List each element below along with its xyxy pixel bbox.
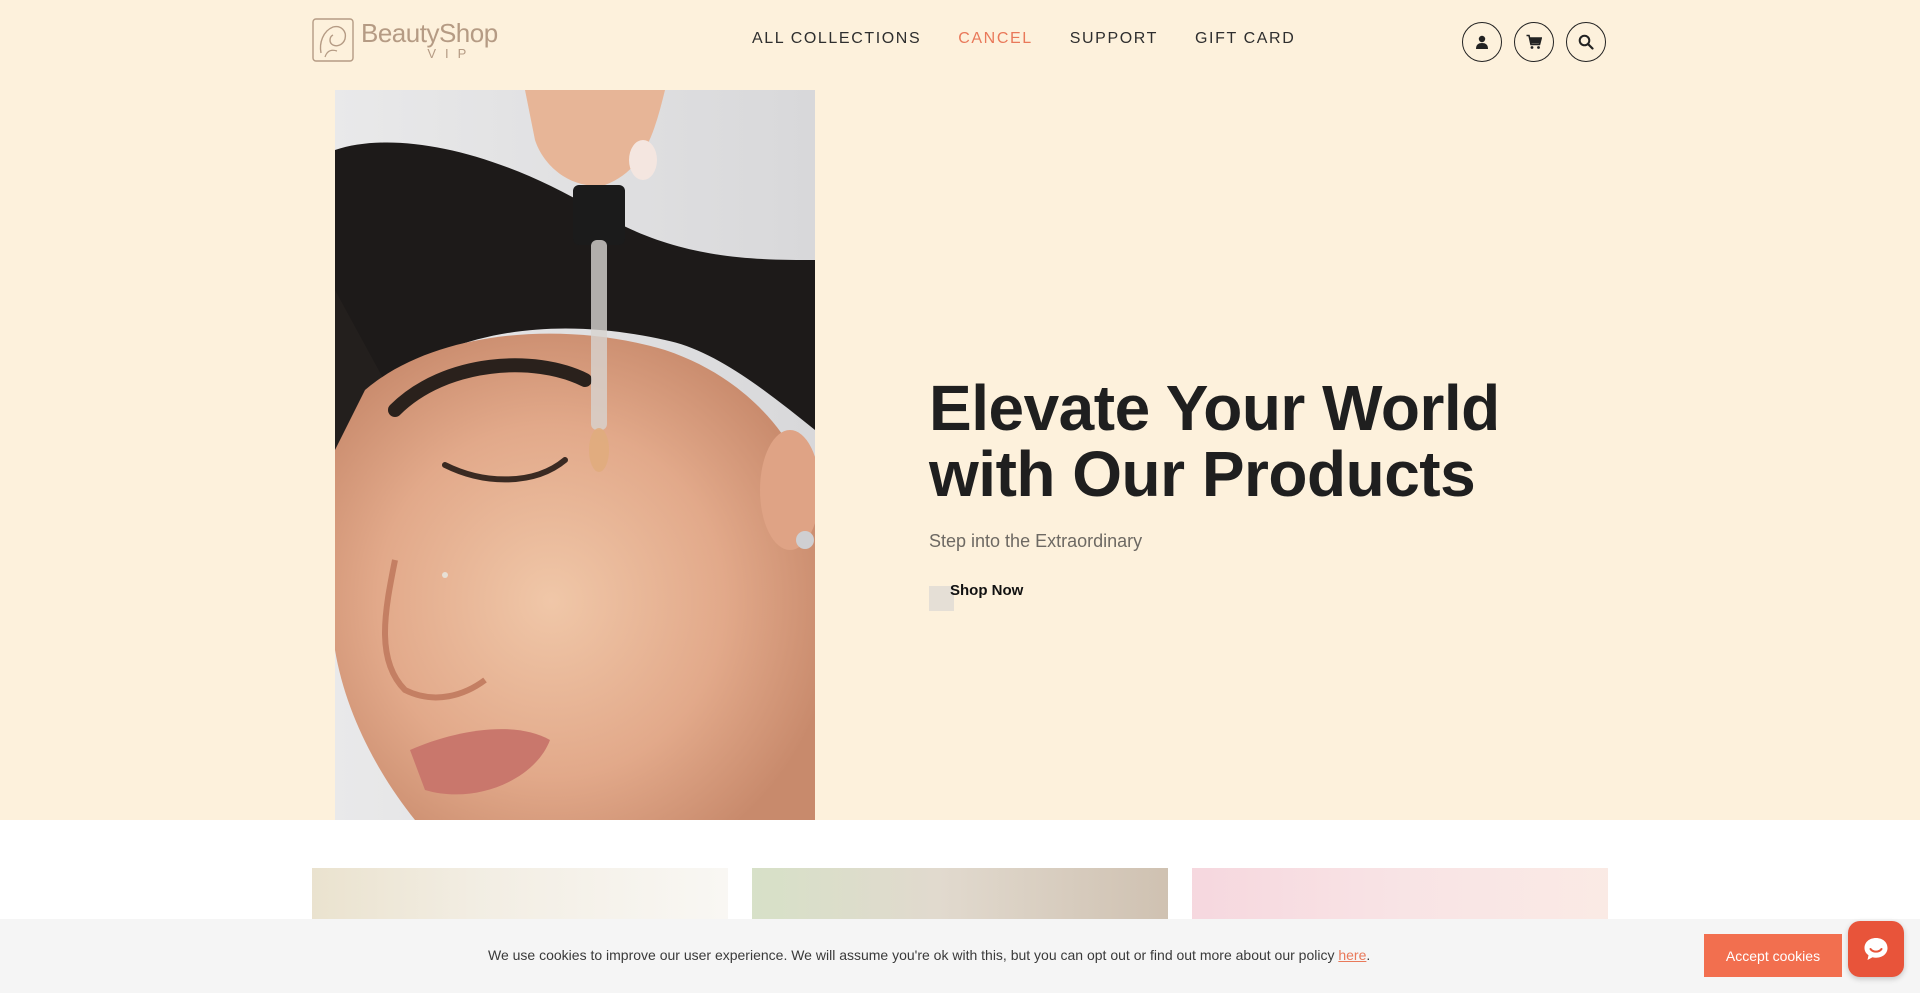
- brand-name: BeautyShop: [361, 18, 498, 48]
- cookie-text: We use cookies to improve our user exper…: [488, 947, 1339, 963]
- cart-button[interactable]: [1514, 22, 1554, 62]
- nav-item-support[interactable]: SUPPORT: [1070, 30, 1158, 48]
- hero-subtitle: Step into the Extraordinary: [929, 531, 1143, 551]
- hero-image: [335, 90, 815, 820]
- cookie-trailing: .: [1366, 947, 1371, 963]
- nav-item-all-collections[interactable]: ALL COLLECTIONS: [752, 30, 921, 48]
- brand-logo[interactable]: BeautyShop VIP: [311, 16, 501, 64]
- cart-icon: [1526, 34, 1542, 49]
- account-button[interactable]: [1462, 22, 1502, 62]
- header-actions: [1462, 22, 1606, 62]
- site-header: BeautyShop VIP ALL COLLECTIONS CANCEL SU…: [0, 0, 1920, 84]
- shop-now-label: Shop Now: [950, 582, 1024, 599]
- search-button[interactable]: [1566, 22, 1606, 62]
- search-icon: [1578, 34, 1594, 50]
- brand-sub: VIP: [427, 46, 476, 61]
- chat-bubble-icon: [1864, 938, 1888, 960]
- main-nav: ALL COLLECTIONS CANCEL SUPPORT GIFT CARD: [752, 30, 1332, 48]
- hero-title: Elevate Your World with Our Products: [929, 372, 1500, 510]
- nav-item-gift-card[interactable]: GIFT CARD: [1195, 30, 1295, 48]
- accept-cookies-button[interactable]: Accept cookies: [1704, 934, 1842, 977]
- user-icon: [1476, 35, 1488, 49]
- cookie-message: We use cookies to improve our user exper…: [488, 947, 1370, 963]
- cookie-banner: We use cookies to improve our user exper…: [0, 919, 1920, 993]
- shop-now-button[interactable]: Shop Now: [929, 582, 1023, 611]
- chat-widget-button[interactable]: [1848, 921, 1904, 977]
- cookie-policy-link[interactable]: here: [1338, 947, 1366, 963]
- logo-mark-icon: [312, 18, 354, 62]
- nav-item-cancel[interactable]: CANCEL: [958, 30, 1033, 48]
- woman-applying-serum-image: [335, 90, 815, 820]
